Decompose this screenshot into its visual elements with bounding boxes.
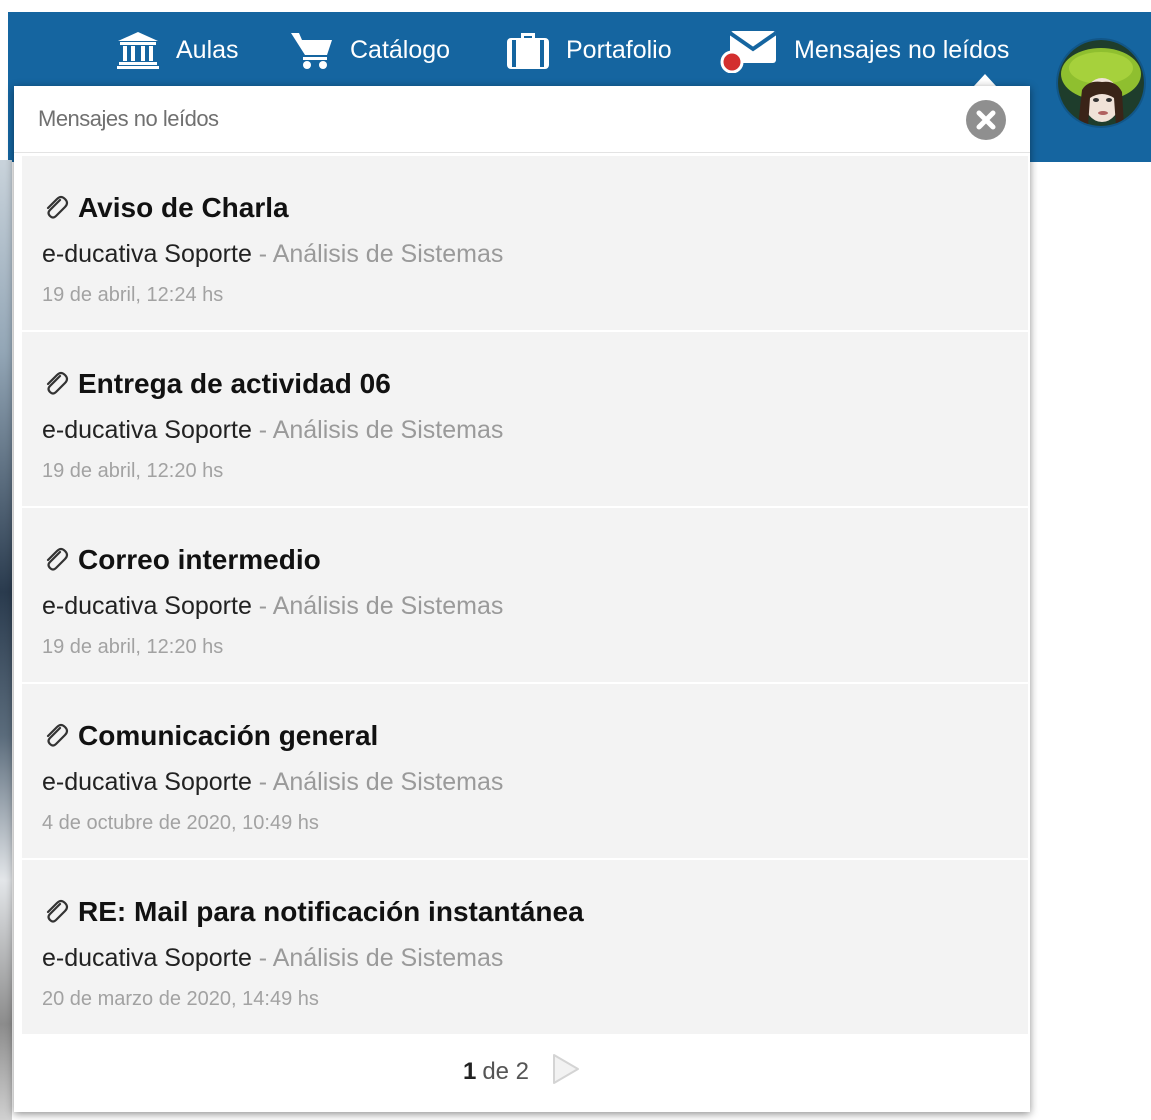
message-course: Análisis de Sistemas xyxy=(272,592,504,620)
message-subject-row: RE: Mail para notificación instantánea xyxy=(42,896,584,928)
message-sender: e-ducativa Soporte xyxy=(42,944,252,972)
nav-item-mensajes[interactable]: Mensajes no leídos xyxy=(718,28,1010,73)
message-separator: - xyxy=(251,592,273,620)
message-subject: Entrega de actividad 06 xyxy=(78,368,391,399)
paperclip-icon xyxy=(46,195,69,219)
paperclip-icon xyxy=(46,723,69,747)
message-subject-row: Aviso de Charla xyxy=(42,192,289,224)
message-sender-line: e-ducativa Soporte - Análisis de Sistema… xyxy=(42,592,503,621)
pagination: 1 de 2 xyxy=(14,1042,1030,1102)
next-page-button[interactable] xyxy=(551,1052,581,1093)
nav-item-aulas[interactable]: Aulas xyxy=(116,28,239,72)
unread-messages-panel: Mensajes no leídos Aviso de Charla e-duc… xyxy=(14,86,1030,1112)
message-separator: - xyxy=(251,768,273,796)
avatar-image xyxy=(1058,40,1144,126)
paperclip-icon xyxy=(46,547,69,571)
message-sender-line: e-ducativa Soporte - Análisis de Sistema… xyxy=(42,240,503,269)
message-subject: RE: Mail para notificación instantánea xyxy=(78,896,584,927)
avatar[interactable] xyxy=(1058,40,1144,126)
message-separator: - xyxy=(251,416,273,444)
background-page-edge xyxy=(0,160,12,1120)
nav-label-aulas: Aulas xyxy=(176,35,239,64)
paperclip-icon xyxy=(46,899,69,923)
message-sender: e-ducativa Soporte xyxy=(42,240,252,268)
message-item[interactable]: Entrega de actividad 06 e-ducativa Sopor… xyxy=(22,332,1028,506)
message-sender-line: e-ducativa Soporte - Análisis de Sistema… xyxy=(42,416,503,445)
message-list: Aviso de Charla e-ducativa Soporte - Aná… xyxy=(22,156,1028,1036)
message-date: 19 de abril, 12:20 hs xyxy=(42,460,224,482)
message-subject-row: Entrega de actividad 06 xyxy=(42,368,391,400)
message-subject: Comunicación general xyxy=(78,720,379,751)
message-sender-line: e-ducativa Soporte - Análisis de Sistema… xyxy=(42,768,503,797)
message-date: 19 de abril, 12:20 hs xyxy=(42,636,224,658)
nav-label-mensajes: Mensajes no leídos xyxy=(794,35,1010,64)
message-item[interactable]: Aviso de Charla e-ducativa Soporte - Aná… xyxy=(22,156,1028,330)
message-sender: e-ducativa Soporte xyxy=(42,592,252,620)
message-item[interactable]: Correo intermedio e-ducativa Soporte - A… xyxy=(22,508,1028,682)
message-course: Análisis de Sistemas xyxy=(272,768,504,796)
message-sender: e-ducativa Soporte xyxy=(42,416,252,444)
message-sender-line: e-ducativa Soporte - Análisis de Sistema… xyxy=(42,944,503,973)
envelope-icon xyxy=(720,31,778,73)
message-date: 20 de marzo de 2020, 14:49 hs xyxy=(42,988,319,1010)
close-icon xyxy=(976,110,996,130)
message-course: Análisis de Sistemas xyxy=(272,240,504,268)
cart-icon xyxy=(291,33,332,69)
pager-current-page: 1 xyxy=(462,1058,477,1085)
nav-item-portafolio[interactable]: Portafolio xyxy=(506,28,672,72)
message-course: Análisis de Sistemas xyxy=(272,944,504,972)
message-course: Análisis de Sistemas xyxy=(272,416,504,444)
institution-icon xyxy=(117,32,159,69)
nav-label-catalogo: Catálogo xyxy=(350,35,451,64)
message-subject: Correo intermedio xyxy=(78,544,321,575)
message-separator: - xyxy=(251,944,273,972)
message-subject: Aviso de Charla xyxy=(78,192,289,223)
close-button[interactable] xyxy=(966,100,1006,140)
panel-title: Mensajes no leídos xyxy=(38,106,219,131)
play-arrow-icon xyxy=(553,1053,580,1084)
briefcase-icon xyxy=(507,33,549,69)
message-date: 19 de abril, 12:24 hs xyxy=(42,284,224,306)
nav-label-portafolio: Portafolio xyxy=(566,35,672,64)
active-tab-caret xyxy=(974,74,996,86)
message-item[interactable]: Comunicación general e-ducativa Soporte … xyxy=(22,684,1028,858)
pager-total: de 2 xyxy=(482,1058,530,1085)
nav-item-catalogo[interactable]: Catálogo xyxy=(290,28,450,72)
paperclip-icon xyxy=(46,371,69,395)
message-sender: e-ducativa Soporte xyxy=(42,768,252,796)
message-item[interactable]: RE: Mail para notificación instantánea e… xyxy=(22,860,1028,1034)
message-separator: - xyxy=(251,240,273,268)
message-subject-row: Comunicación general xyxy=(42,720,378,752)
message-date: 4 de octubre de 2020, 10:49 hs xyxy=(42,812,319,834)
panel-header: Mensajes no leídos xyxy=(14,86,1030,153)
message-subject-row: Correo intermedio xyxy=(42,544,321,576)
